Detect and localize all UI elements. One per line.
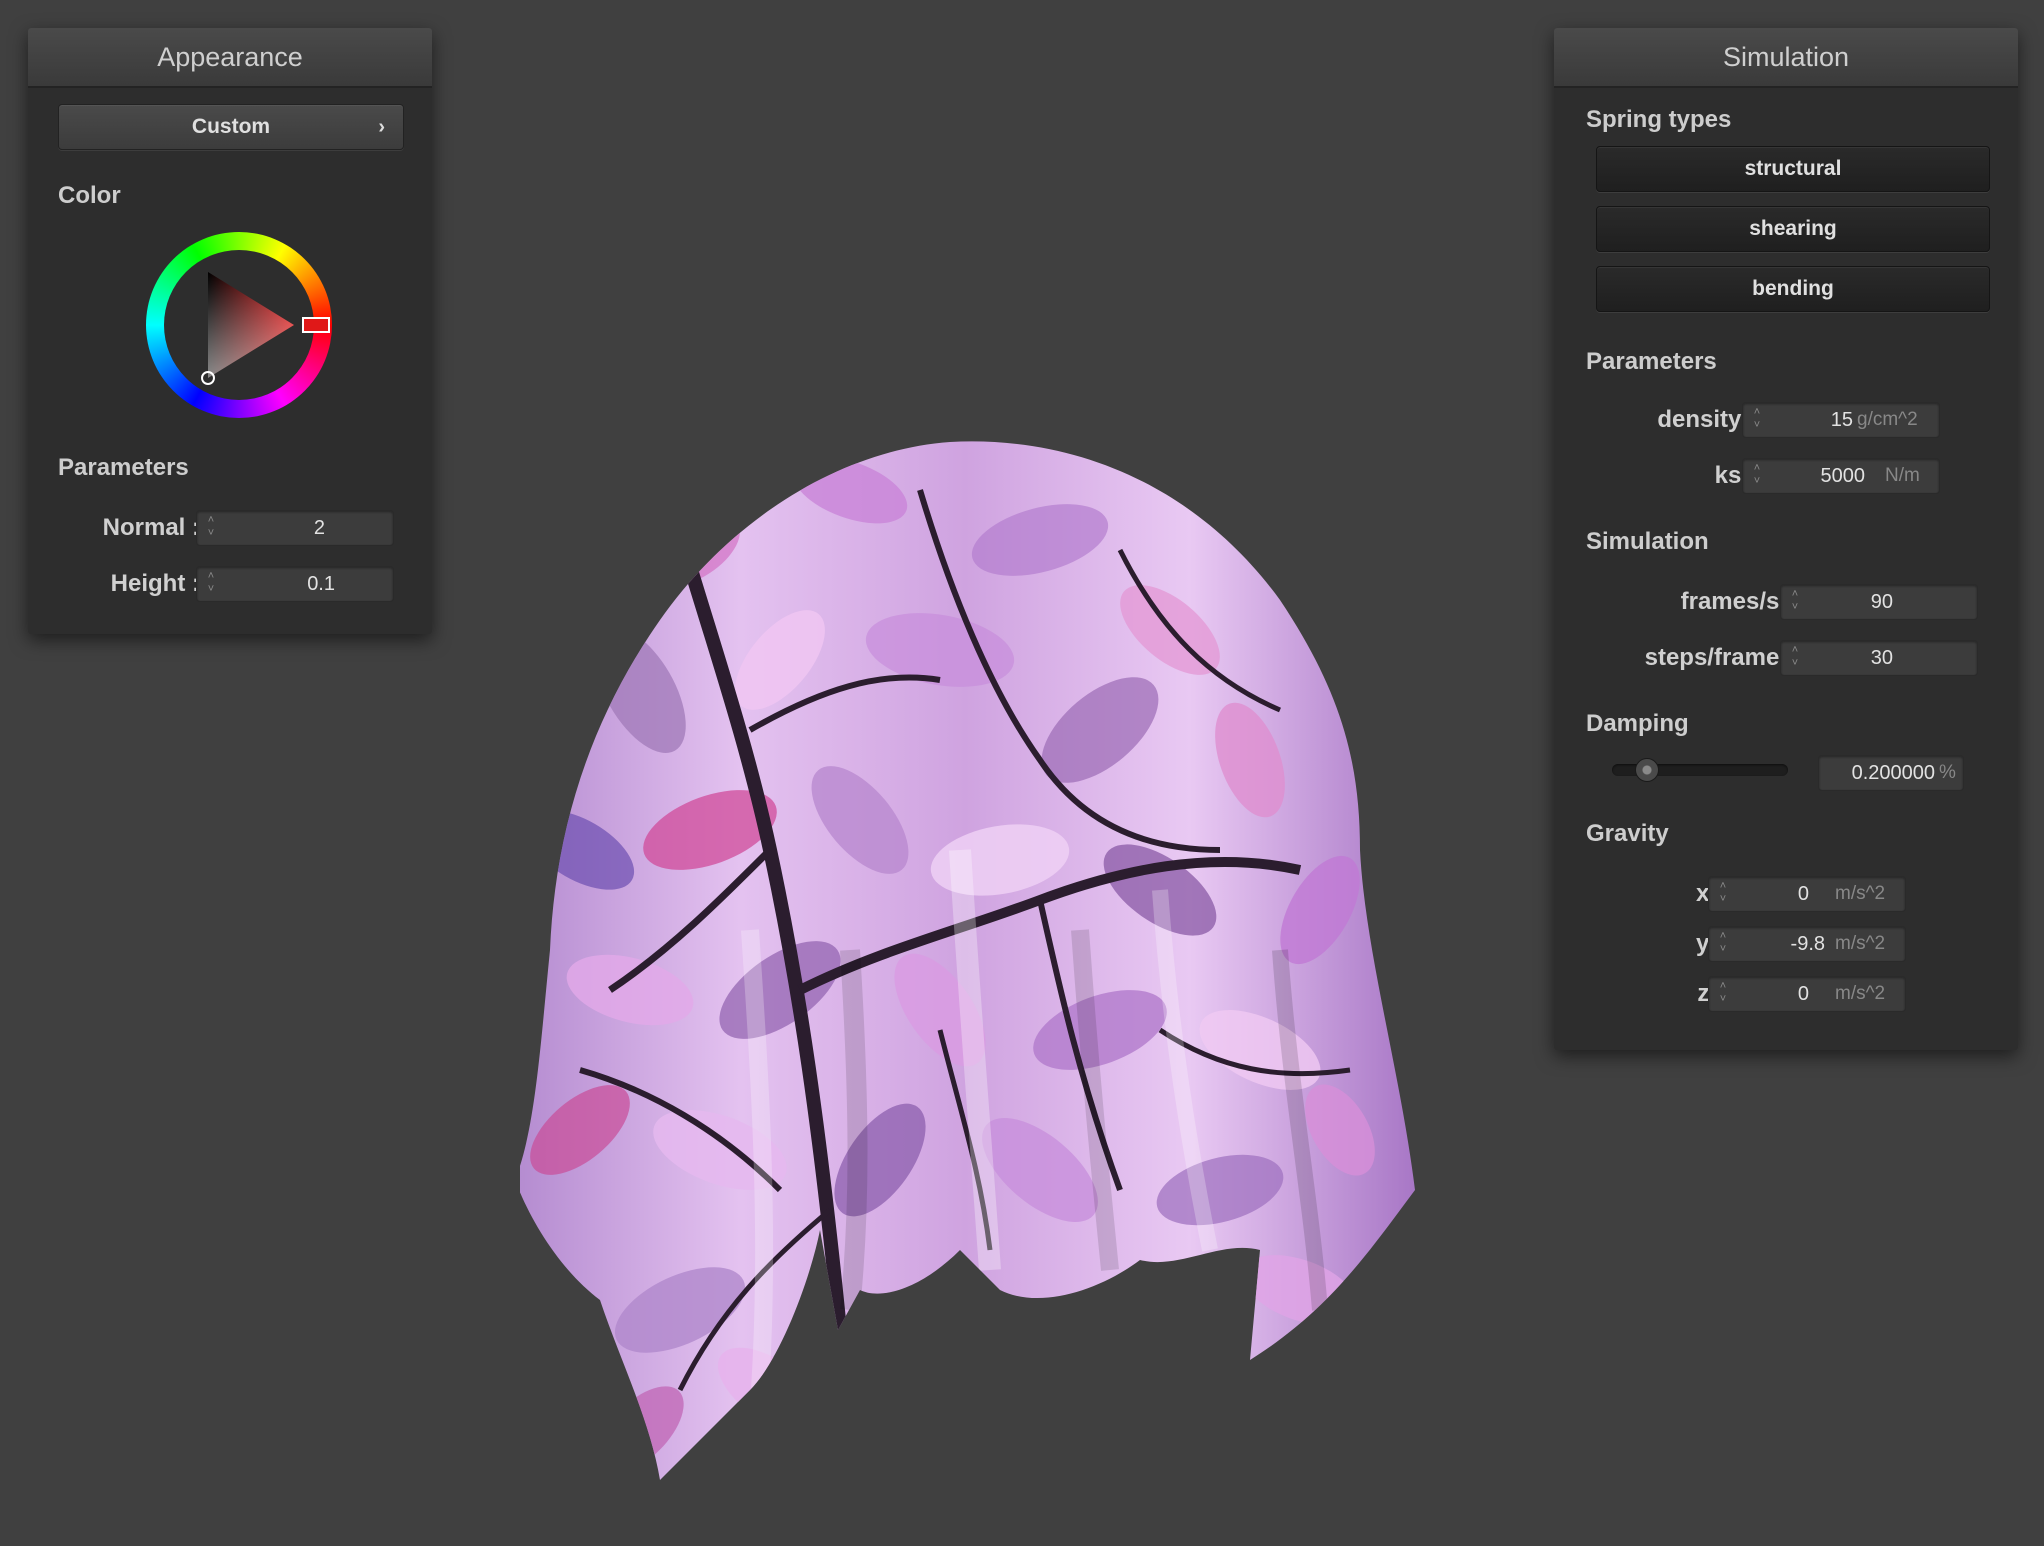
gravity-z-stepper[interactable]: ˄ ˅ 0 m/s^2 — [1708, 976, 1906, 1012]
color-section-label: Color — [58, 182, 121, 209]
gravity-x-unit: m/s^2 — [1835, 883, 1886, 904]
spring-types-label: Spring types — [1586, 106, 1732, 133]
gravity-y-label: y : — [1695, 930, 1724, 957]
simulation-panel: Simulation Spring types structural shear… — [1554, 28, 2018, 1050]
cloth-viewport[interactable] — [520, 430, 1420, 1490]
fps-stepper[interactable]: ˄ ˅ 90 — [1780, 584, 1978, 620]
preset-button-label: Custom — [191, 115, 271, 138]
fps-value: 90 — [1870, 591, 1893, 613]
normal-value: 2 — [313, 517, 325, 539]
ks-stepper[interactable]: ˄ ˅ 5000 N/m — [1742, 458, 1940, 494]
gravity-y-unit: m/s^2 — [1835, 933, 1886, 954]
simulation-panel-title: Simulation — [1554, 28, 2018, 88]
damping-slider-knob[interactable] — [1635, 758, 1660, 782]
appearance-panel-title: Appearance — [28, 28, 432, 88]
ks-unit: N/m — [1885, 465, 1920, 486]
fps-label: frames/s : — [1680, 588, 1794, 615]
gravity-y-value: -9.8 — [1790, 933, 1825, 955]
steps-value: 30 — [1870, 647, 1893, 669]
simulation-parameters-label: Parameters — [1586, 348, 1717, 375]
damping-label: Damping — [1586, 710, 1689, 737]
damping-unit: % — [1939, 762, 1956, 783]
steps-label: steps/frame : — [1644, 644, 1794, 671]
preset-button[interactable]: Custom › — [58, 104, 404, 150]
density-value: 15 — [1830, 409, 1853, 431]
color-wheel[interactable] — [146, 232, 332, 418]
appearance-parameters-label: Parameters — [58, 454, 189, 481]
shearing-spring-button[interactable]: shearing — [1596, 206, 1990, 252]
gravity-z-label: z : — [1697, 980, 1724, 1007]
density-unit: g/cm^2 — [1857, 409, 1918, 430]
gravity-x-value: 0 — [1797, 883, 1809, 905]
height-value: 0.1 — [307, 573, 335, 595]
hue-marker[interactable] — [302, 317, 330, 333]
simulation-section-label: Simulation — [1586, 528, 1709, 555]
density-stepper[interactable]: ˄ ˅ 15 g/cm^2 — [1742, 402, 1940, 438]
normal-label: Normal : — [102, 514, 200, 541]
ks-value: 5000 — [1820, 465, 1866, 487]
normal-stepper[interactable]: ˄ ˅ 2 — [196, 510, 394, 546]
gravity-y-stepper[interactable]: ˄ ˅ -9.8 m/s^2 — [1708, 926, 1906, 962]
steps-stepper[interactable]: ˄ ˅ 30 — [1780, 640, 1978, 676]
ks-label: ks : — [1714, 462, 1756, 489]
damping-value: 0.200000 — [1851, 762, 1935, 784]
gravity-x-label: x : — [1695, 880, 1724, 907]
gravity-z-value: 0 — [1797, 983, 1809, 1005]
height-label: Height : — [110, 570, 200, 597]
appearance-panel: Appearance Custom › Color Parameters Nor… — [28, 28, 432, 634]
gravity-x-stepper[interactable]: ˄ ˅ 0 m/s^2 — [1708, 876, 1906, 912]
structural-spring-button[interactable]: structural — [1596, 146, 1990, 192]
height-stepper[interactable]: ˄ ˅ 0.1 — [196, 566, 394, 602]
density-label: density : — [1657, 406, 1756, 433]
chevron-right-icon: › — [378, 116, 385, 138]
gravity-z-unit: m/s^2 — [1835, 983, 1886, 1004]
bending-spring-button[interactable]: bending — [1596, 266, 1990, 312]
damping-field[interactable]: 0.200000 % — [1818, 755, 1964, 791]
gravity-label: Gravity — [1586, 820, 1669, 847]
